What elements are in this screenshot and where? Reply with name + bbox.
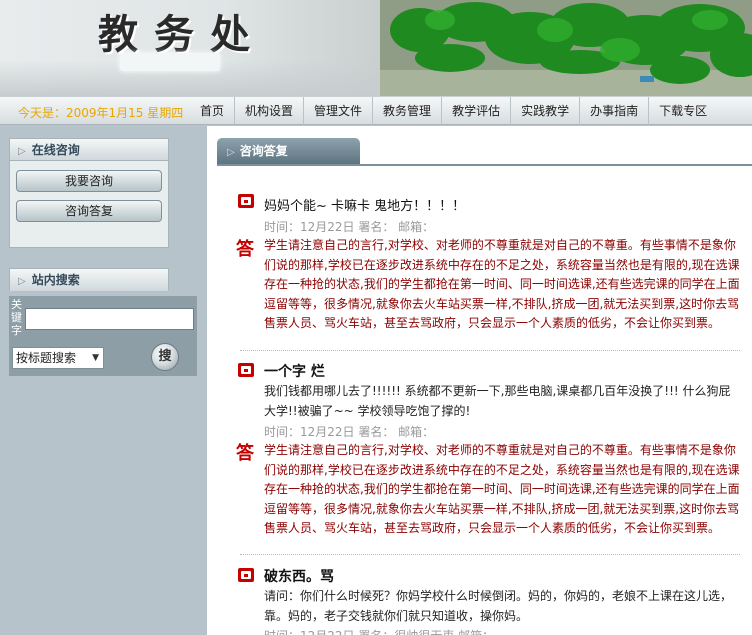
answer-text: 学生请注意自己的言行,对学校、对老师的不尊重就是对自己的不尊重。有些事情不是象你… [264,238,740,331]
search-submit-button[interactable]: 搜 [151,343,179,371]
answer-icon: 答 [236,239,254,260]
question-body: 请问：你们什么时候死？你妈学校什么时候倒闭。妈的，你妈的，老娘不上课在这儿选，靠… [264,589,733,623]
nav-item-service-guide[interactable]: 办事指南 [579,97,648,125]
answer-icon: 答 [236,443,254,464]
banner-subtitle-bar [120,53,220,71]
question-icon [238,194,254,208]
tab-underline [217,164,752,166]
online-consult-panel: ▷ 在线咨询 我要咨询 咨询答复 [9,138,169,248]
question-icon [238,568,254,582]
question-title: 妈妈个能~ 卡嘛卡 鬼地方！！！！ [264,199,466,214]
campus-photo [380,0,752,96]
keyword-label: 关键字 [11,298,22,337]
entry-separator [240,350,740,351]
header-banner: 教务处 [0,0,752,96]
chevron-down-icon: ▼ [92,353,99,363]
nav-item-home[interactable]: 首页 [190,97,234,125]
question-title: 破东西。骂 [264,569,334,585]
online-consult-header: ▷ 在线咨询 [10,139,168,161]
nav-item-downloads[interactable]: 下载专区 [648,97,717,125]
consult-reply-button[interactable]: 咨询答复 [16,200,162,222]
nav-item-practice-teaching[interactable]: 实践教学 [510,97,579,125]
search-mode-select[interactable]: 按标题搜索 ▼ [12,347,104,369]
site-search-panel: 关键字 按标题搜索 ▼ 搜 [9,296,197,376]
arrow-icon: ▷ [227,147,235,158]
search-mode-value: 按标题搜索 [16,351,77,365]
sidebar: ▷ 在线咨询 我要咨询 咨询答复 ▷ 站内搜索 关键字 按标题搜索 ▼ 搜 [0,126,207,635]
nav-item-management-docs[interactable]: 管理文件 [303,97,372,125]
question-body: 我们钱都用哪儿去了!!!!!! 系统都不更新一下,那些电脑,课桌都几百年没换了!… [264,384,731,418]
site-search-header: ▷ 站内搜索 [10,269,168,291]
entry-separator [240,554,740,555]
question-meta: 时间：12月22日 署名：很帅很无衷 邮箱： [264,627,494,635]
nav-item-academic-affairs[interactable]: 教务管理 [372,97,441,125]
arrow-icon: ▷ [18,276,26,287]
online-consult-title: 在线咨询 [31,143,80,157]
question-icon [238,363,254,377]
keyword-input[interactable] [25,308,194,330]
tab-consult-reply: ▷ 咨询答复 [217,138,360,164]
question-meta: 时间：12月22日 署名： 邮箱： [264,425,435,439]
question-meta: 时间：12月22日 署名： 邮箱： [264,220,435,234]
ask-question-button[interactable]: 我要咨询 [16,170,162,192]
site-search-title: 站内搜索 [31,273,80,287]
nav-item-organization[interactable]: 机构设置 [234,97,303,125]
main-navigation: 今天是：2009年1月15 星期四 首页 机构设置 管理文件 教务管理 教学评估… [0,96,752,125]
site-title: 教务处 [98,11,266,58]
arrow-icon: ▷ [18,146,26,157]
answer-text: 学生请注意自己的言行,对学校、对老师的不尊重就是对自己的不尊重。有些事情不是象你… [264,443,740,536]
main-content: ▷ 咨询答复 妈妈个能~ 卡嘛卡 鬼地方！！！！ 时间：12月22日 署名： 邮箱… [207,126,752,635]
current-date: 今天是：2009年1月15 星期四 [18,106,184,120]
nav-item-teaching-evaluation[interactable]: 教学评估 [441,97,510,125]
tab-title: 咨询答复 [239,144,288,158]
question-title: 一个字 烂 [264,364,325,380]
site-search-header-box: ▷ 站内搜索 [9,268,169,291]
